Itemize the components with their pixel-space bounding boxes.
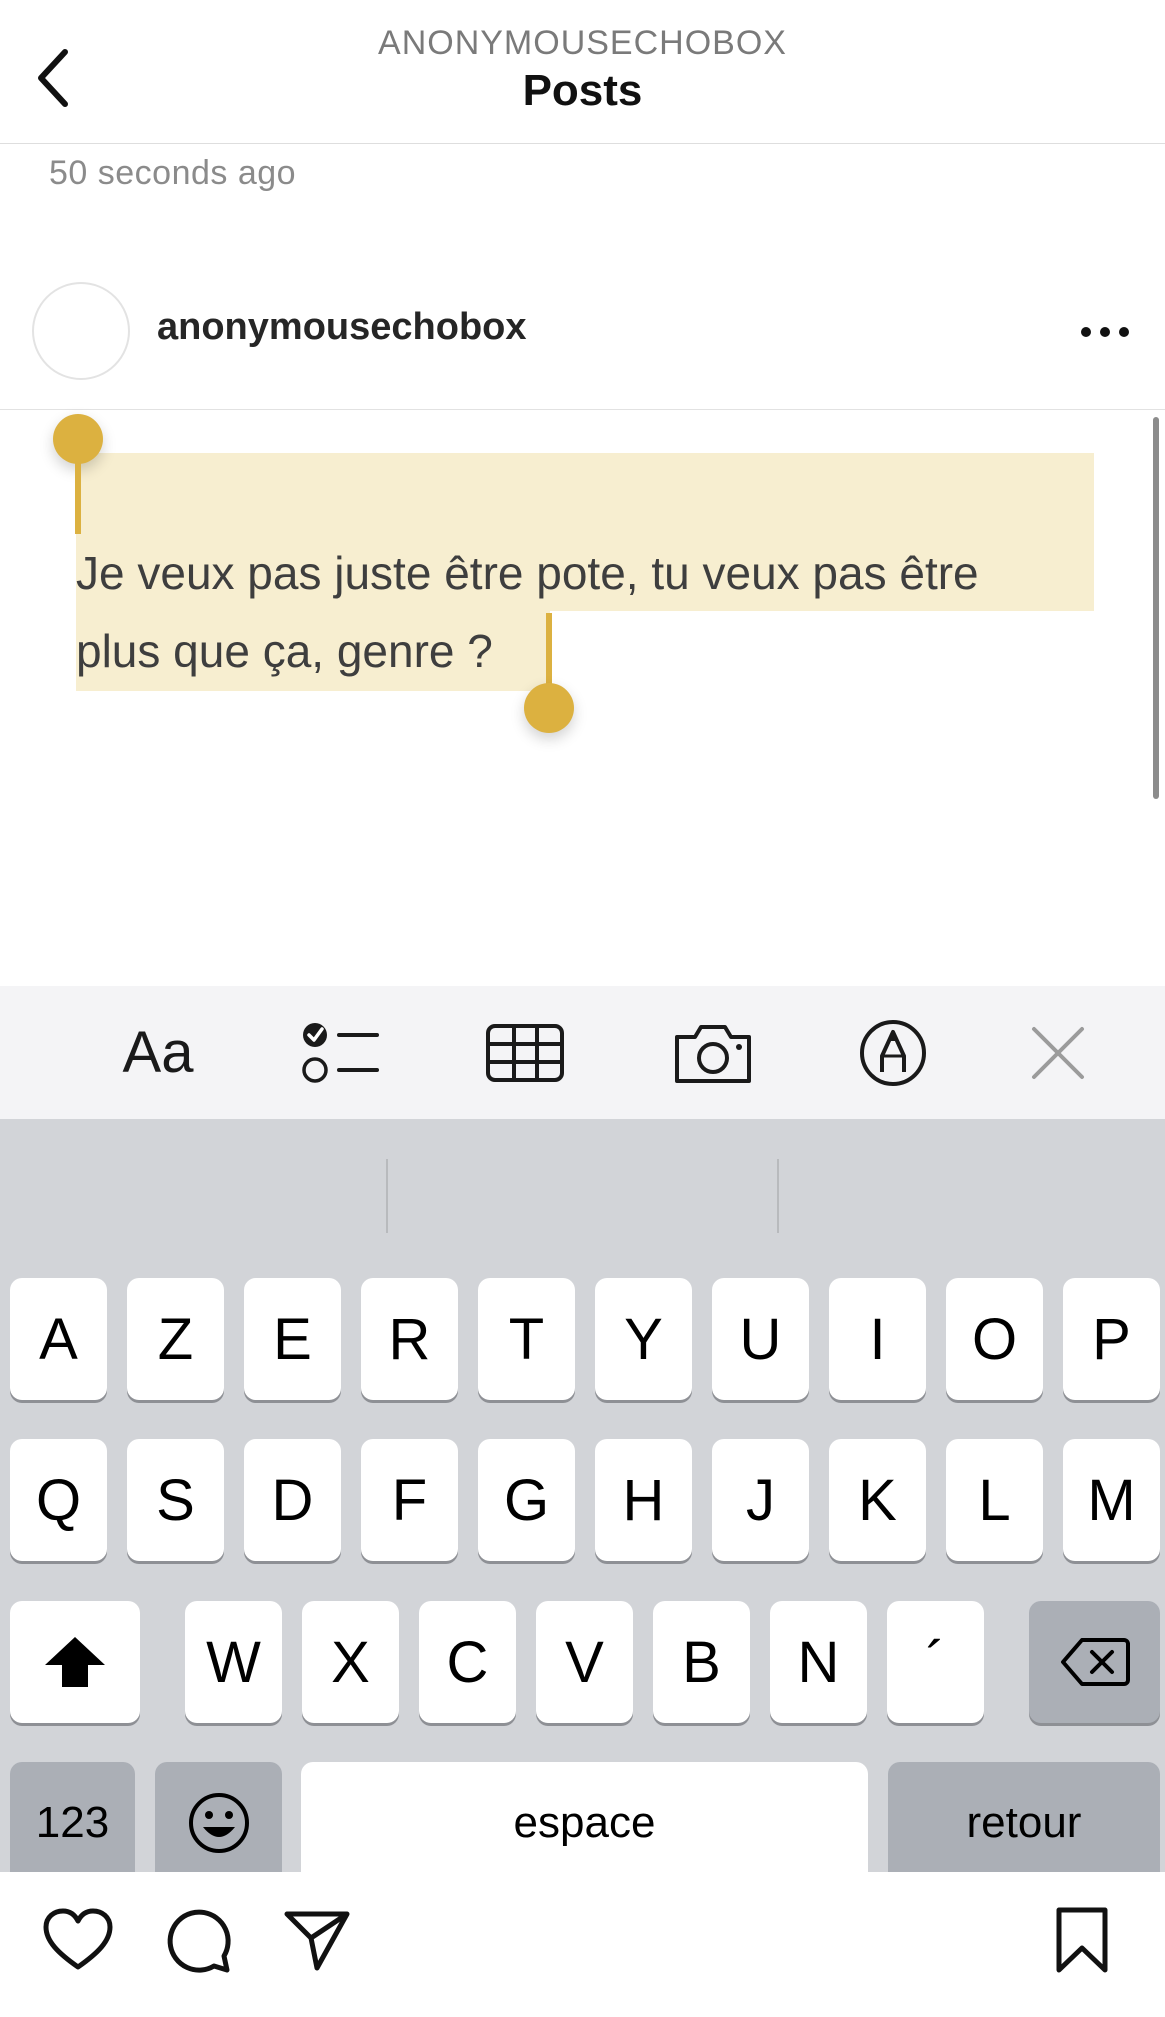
numbers-key[interactable]: 123	[10, 1762, 135, 1884]
space-key[interactable]: espace	[301, 1762, 868, 1884]
key-a[interactable]: A	[10, 1278, 107, 1400]
prediction-separator	[777, 1159, 779, 1233]
key-h[interactable]: H	[595, 1439, 692, 1561]
key-l[interactable]: L	[946, 1439, 1043, 1561]
key-p[interactable]: P	[1063, 1278, 1160, 1400]
selection-start-caret	[75, 440, 81, 534]
delete-key[interactable]	[1029, 1601, 1160, 1723]
post-text-line[interactable]: Je veux pas juste être pote, tu veux pas…	[76, 546, 979, 600]
comment-button[interactable]	[158, 1900, 238, 1980]
divider	[0, 409, 1165, 410]
key-c[interactable]: C	[419, 1601, 516, 1723]
more-dot-icon	[1100, 327, 1110, 337]
key-k[interactable]: K	[829, 1439, 926, 1561]
key-n[interactable]: N	[770, 1601, 867, 1723]
selection-end-handle[interactable]	[524, 683, 574, 733]
key-i[interactable]: I	[829, 1278, 926, 1400]
like-button[interactable]	[38, 1900, 118, 1980]
markup-button[interactable]	[853, 986, 933, 1119]
prediction-separator	[386, 1159, 388, 1233]
format-toolbar: Aa	[0, 986, 1165, 1119]
emoji-key[interactable]	[155, 1762, 282, 1884]
bookmark-icon	[1056, 1907, 1108, 1973]
camera-button[interactable]	[665, 986, 760, 1119]
key-s[interactable]: S	[127, 1439, 224, 1561]
key-m[interactable]: M	[1063, 1439, 1160, 1561]
keyboard: A Z E R T Y U I O P Q S D F G H J K L M …	[0, 1119, 1165, 1884]
key-j[interactable]: J	[712, 1439, 809, 1561]
table-icon	[486, 1023, 564, 1082]
markup-pen-icon	[860, 1019, 926, 1086]
text-format-button[interactable]: Aa	[108, 986, 208, 1119]
scrollbar[interactable]	[1153, 417, 1159, 799]
share-button[interactable]	[277, 1900, 357, 1980]
camera-icon	[674, 1024, 751, 1083]
checklist-button[interactable]	[296, 986, 386, 1119]
key-r[interactable]: R	[361, 1278, 458, 1400]
post-text-line[interactable]: plus que ça, genre ?	[76, 624, 493, 678]
avatar[interactable]	[32, 282, 130, 380]
page-title: Posts	[522, 66, 643, 115]
key-q[interactable]: Q	[10, 1439, 107, 1561]
more-options-button[interactable]	[1070, 312, 1140, 352]
key-g[interactable]: G	[478, 1439, 575, 1561]
post-action-bar	[0, 1872, 1165, 2017]
key-o[interactable]: O	[946, 1278, 1043, 1400]
emoji-icon	[188, 1793, 249, 1853]
key-u[interactable]: U	[712, 1278, 809, 1400]
selection-end-caret	[546, 613, 552, 691]
more-dot-icon	[1119, 327, 1129, 337]
key-e[interactable]: E	[244, 1278, 341, 1400]
text-format-icon: Aa	[122, 1020, 194, 1085]
key-x[interactable]: X	[302, 1601, 399, 1723]
key-w[interactable]: W	[185, 1601, 282, 1723]
top-navigation-bar: ANONYMOUSECHOBOX Posts	[0, 0, 1165, 144]
post-timestamp: 50 seconds ago	[49, 154, 297, 192]
more-dot-icon	[1081, 327, 1091, 337]
header-account-name: ANONYMOUSECHOBOX	[378, 24, 787, 62]
key-z[interactable]: Z	[127, 1278, 224, 1400]
key-f[interactable]: F	[361, 1439, 458, 1561]
checklist-icon	[302, 1022, 379, 1083]
close-toolbar-button[interactable]	[1020, 986, 1095, 1119]
table-button[interactable]	[480, 986, 570, 1119]
shift-icon	[45, 1637, 105, 1687]
comment-icon	[167, 1909, 231, 1973]
key-t[interactable]: T	[478, 1278, 575, 1400]
post-author-name[interactable]: anonymousechobox	[157, 306, 527, 349]
key-v[interactable]: V	[536, 1601, 633, 1723]
share-icon	[284, 1911, 350, 1971]
heart-icon	[43, 1908, 113, 1970]
backspace-icon	[1060, 1638, 1130, 1686]
return-key[interactable]: retour	[888, 1762, 1160, 1884]
bookmark-button[interactable]	[1042, 1900, 1122, 1980]
key-acute-accent[interactable]: ´	[887, 1601, 984, 1723]
shift-key[interactable]	[10, 1601, 140, 1723]
key-d[interactable]: D	[244, 1439, 341, 1561]
key-y[interactable]: Y	[595, 1278, 692, 1400]
close-icon	[1031, 1026, 1084, 1079]
key-b[interactable]: B	[653, 1601, 750, 1723]
